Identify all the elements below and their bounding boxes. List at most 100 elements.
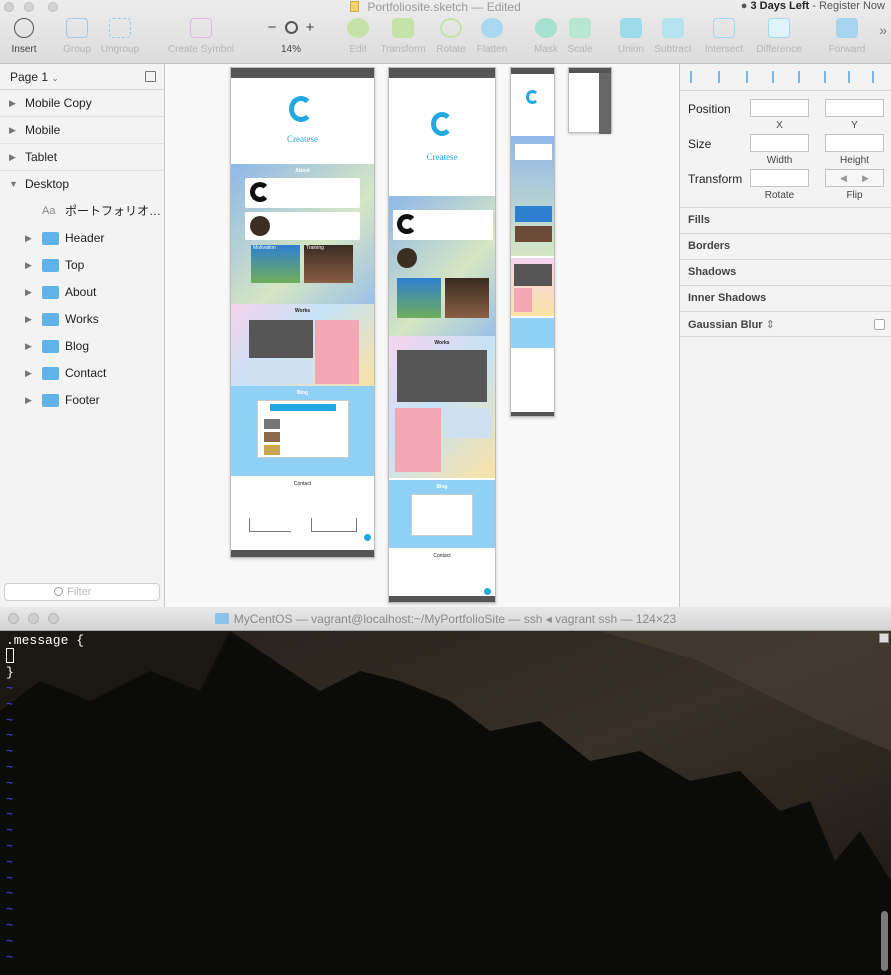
scroll-marker-icon[interactable] bbox=[879, 633, 889, 643]
folder-icon bbox=[42, 367, 59, 380]
height-field[interactable] bbox=[825, 134, 884, 152]
forward-button[interactable]: Forward bbox=[819, 18, 875, 55]
pages-toggle-icon[interactable] bbox=[145, 71, 156, 82]
trial-notice[interactable]: ● 3 Days Left - Register Now bbox=[741, 0, 885, 12]
terminal-minimize-button[interactable] bbox=[28, 613, 39, 624]
layer-mobile-copy[interactable]: ▶ Mobile Copy bbox=[0, 90, 164, 117]
vim-tilde: ~ bbox=[6, 697, 14, 712]
toolbar: Portfoliosite.sketch — Edited ● 3 Days L… bbox=[0, 0, 891, 64]
fills-section[interactable]: Fills bbox=[680, 207, 891, 233]
layer-filter-input[interactable]: Filter bbox=[4, 583, 160, 601]
layer-group-blog[interactable]: ▶ Blog bbox=[0, 333, 164, 360]
zoom-control[interactable]: − + 14% bbox=[256, 18, 326, 55]
flatten-button[interactable]: Flatten bbox=[464, 18, 520, 55]
terminal-titlebar: MyCentOS — vagrant@localhost:~/MyPortfol… bbox=[0, 607, 891, 631]
vim-tilde: ~ bbox=[6, 792, 14, 807]
intersect-button[interactable]: Intersect bbox=[696, 18, 752, 55]
terminal-close-button[interactable] bbox=[8, 613, 19, 624]
vim-tilde: ~ bbox=[6, 682, 14, 696]
layer-desktop[interactable]: ▼ Desktop bbox=[0, 171, 164, 198]
vim-tilde: ~ bbox=[6, 903, 14, 918]
artboard-mobile[interactable] bbox=[510, 67, 555, 417]
create-symbol-button[interactable]: Create Symbol bbox=[161, 18, 241, 55]
shadows-section[interactable]: Shadows bbox=[680, 259, 891, 285]
zoom-button[interactable] bbox=[48, 2, 58, 12]
insert-button[interactable]: Insert bbox=[0, 18, 52, 55]
layer-group-footer[interactable]: ▶ Footer bbox=[0, 387, 164, 414]
layer-group-contact[interactable]: ▶ Contact bbox=[0, 360, 164, 387]
disclosure-icon[interactable]: ▶ bbox=[9, 144, 16, 171]
terminal-window[interactable]: MyCentOS — vagrant@localhost:~/MyPortfol… bbox=[0, 607, 891, 975]
document-icon bbox=[350, 1, 359, 12]
terminal-zoom-button[interactable] bbox=[48, 613, 59, 624]
works-video-placeholder bbox=[397, 350, 487, 402]
disclosure-icon[interactable]: ▶ bbox=[25, 225, 32, 252]
align-left-icon[interactable] bbox=[746, 71, 758, 83]
align-top-icon[interactable] bbox=[824, 71, 836, 83]
flip-buttons[interactable]: ◀ ▶ bbox=[825, 169, 884, 187]
sketch-window: Portfoliosite.sketch — Edited ● 3 Days L… bbox=[0, 0, 891, 607]
disclosure-icon[interactable]: ▶ bbox=[25, 333, 32, 360]
about-section bbox=[511, 136, 554, 256]
submit-dot bbox=[364, 534, 371, 541]
terminal-scrollbar[interactable] bbox=[879, 631, 889, 975]
toolbar-overflow-button[interactable]: » bbox=[879, 22, 887, 38]
terminal-line: } bbox=[6, 665, 14, 680]
canvas[interactable]: Createse About Motivation Training Works… bbox=[165, 64, 679, 607]
artboard-tablet[interactable]: Createse Works Blog Contact bbox=[388, 67, 496, 603]
zoom-out-button[interactable]: − bbox=[268, 19, 277, 36]
artboard-desktop[interactable]: Createse About Motivation Training Works… bbox=[230, 67, 375, 558]
align-middle-icon[interactable] bbox=[848, 71, 860, 83]
align-bottom-icon[interactable] bbox=[872, 71, 884, 83]
gaussian-blur-section[interactable]: Gaussian Blur ⇕ bbox=[680, 311, 891, 337]
vim-tilde: ~ bbox=[6, 745, 14, 760]
contact-input bbox=[249, 518, 291, 532]
difference-button[interactable]: Difference bbox=[747, 18, 811, 55]
artboard-header bbox=[389, 68, 495, 78]
blog-thumb bbox=[264, 445, 280, 455]
layer-text[interactable]: Aa ポートフォリオ… bbox=[0, 198, 164, 225]
artboard-mobile-copy[interactable] bbox=[568, 67, 612, 134]
disclosure-icon[interactable]: ▶ bbox=[25, 387, 32, 414]
align-center-icon[interactable] bbox=[772, 71, 784, 83]
minimize-button[interactable] bbox=[24, 2, 34, 12]
zoom-in-button[interactable]: + bbox=[306, 19, 315, 36]
layer-mobile[interactable]: ▶ Mobile bbox=[0, 117, 164, 144]
disclosure-icon[interactable]: ▶ bbox=[25, 360, 32, 387]
blur-checkbox[interactable] bbox=[874, 319, 885, 330]
layer-group-about[interactable]: ▶ About bbox=[0, 279, 164, 306]
page-selector[interactable]: Page 1 ⌄ bbox=[0, 64, 164, 90]
layer-group-works[interactable]: ▶ Works bbox=[0, 306, 164, 333]
select-arrows-icon[interactable]: ⇕ bbox=[766, 319, 775, 331]
ungroup-button[interactable]: Ungroup bbox=[92, 18, 148, 55]
disclosure-icon[interactable]: ▶ bbox=[9, 90, 16, 117]
layer-tablet[interactable]: ▶ Tablet bbox=[0, 144, 164, 171]
subtract-button[interactable]: Subtract bbox=[645, 18, 701, 55]
inner-shadows-section[interactable]: Inner Shadows bbox=[680, 285, 891, 311]
scrollbar-thumb[interactable] bbox=[881, 911, 888, 971]
disclosure-open-icon[interactable]: ▼ bbox=[9, 171, 18, 198]
align-right-icon[interactable] bbox=[798, 71, 810, 83]
distribute-horizontal-icon[interactable] bbox=[690, 71, 702, 83]
disclosure-icon[interactable]: ▶ bbox=[25, 252, 32, 279]
layer-group-header[interactable]: ▶ Header bbox=[0, 225, 164, 252]
width-field[interactable] bbox=[750, 134, 809, 152]
distribute-vertical-icon[interactable] bbox=[718, 71, 730, 83]
union-icon bbox=[620, 18, 642, 38]
layers-panel: Page 1 ⌄ ▶ Mobile Copy ▶ Mobile ▶ Tablet ▼ D… bbox=[0, 64, 165, 607]
rotate-field[interactable] bbox=[750, 169, 809, 187]
disclosure-icon[interactable]: ▶ bbox=[9, 117, 16, 144]
disclosure-icon[interactable]: ▶ bbox=[25, 279, 32, 306]
vim-tilde: ~ bbox=[6, 934, 14, 949]
scale-button[interactable]: Scale bbox=[552, 18, 608, 55]
close-button[interactable] bbox=[4, 2, 14, 12]
register-link[interactable]: Register Now bbox=[819, 0, 885, 12]
flip-vertical-icon[interactable]: ▶ bbox=[862, 173, 869, 184]
borders-section[interactable]: Borders bbox=[680, 233, 891, 259]
flip-horizontal-icon[interactable]: ◀ bbox=[840, 173, 847, 184]
disclosure-icon[interactable]: ▶ bbox=[25, 306, 32, 333]
training-image bbox=[445, 278, 489, 318]
x-field[interactable] bbox=[750, 99, 809, 117]
y-field[interactable] bbox=[825, 99, 884, 117]
layer-group-top[interactable]: ▶ Top bbox=[0, 252, 164, 279]
